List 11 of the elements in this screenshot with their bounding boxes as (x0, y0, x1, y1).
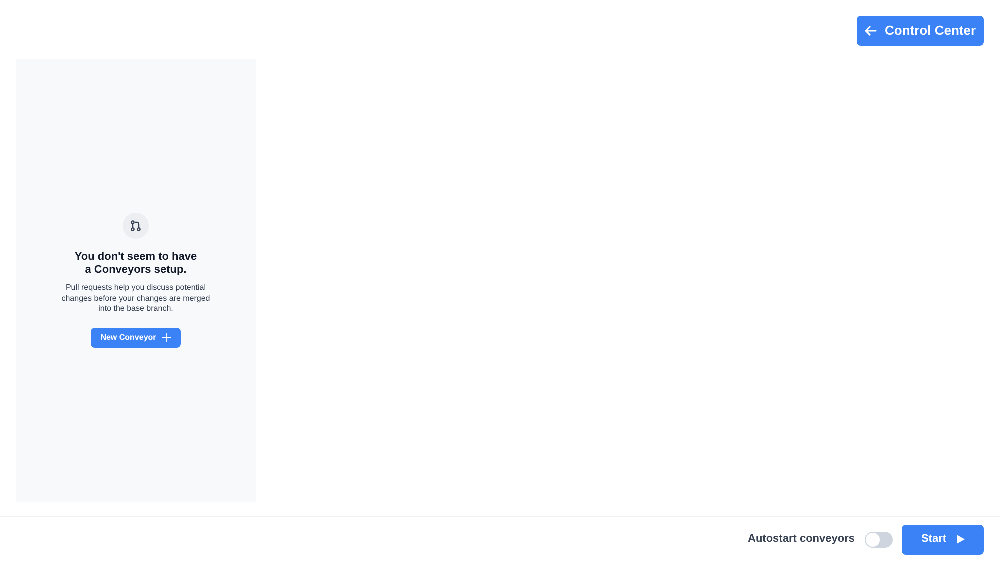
pull-request-icon (123, 213, 149, 240)
arrow-left-icon (865, 25, 877, 37)
new-conveyor-button[interactable]: New Conveyor (90, 328, 182, 348)
autostart-toggle[interactable] (865, 532, 893, 548)
back-button[interactable]: Control Center (857, 16, 984, 46)
empty-description: Pull requests help you discuss potential changes before your changes are merged into the base branch. (61, 283, 211, 315)
start-button[interactable]: Start (902, 524, 984, 554)
empty-title: You don't seem to have a Conveyors setup. (74, 251, 198, 278)
play-icon (956, 535, 965, 544)
autostart-label: Autostart conveyors (748, 532, 855, 548)
plus-icon (162, 333, 172, 342)
